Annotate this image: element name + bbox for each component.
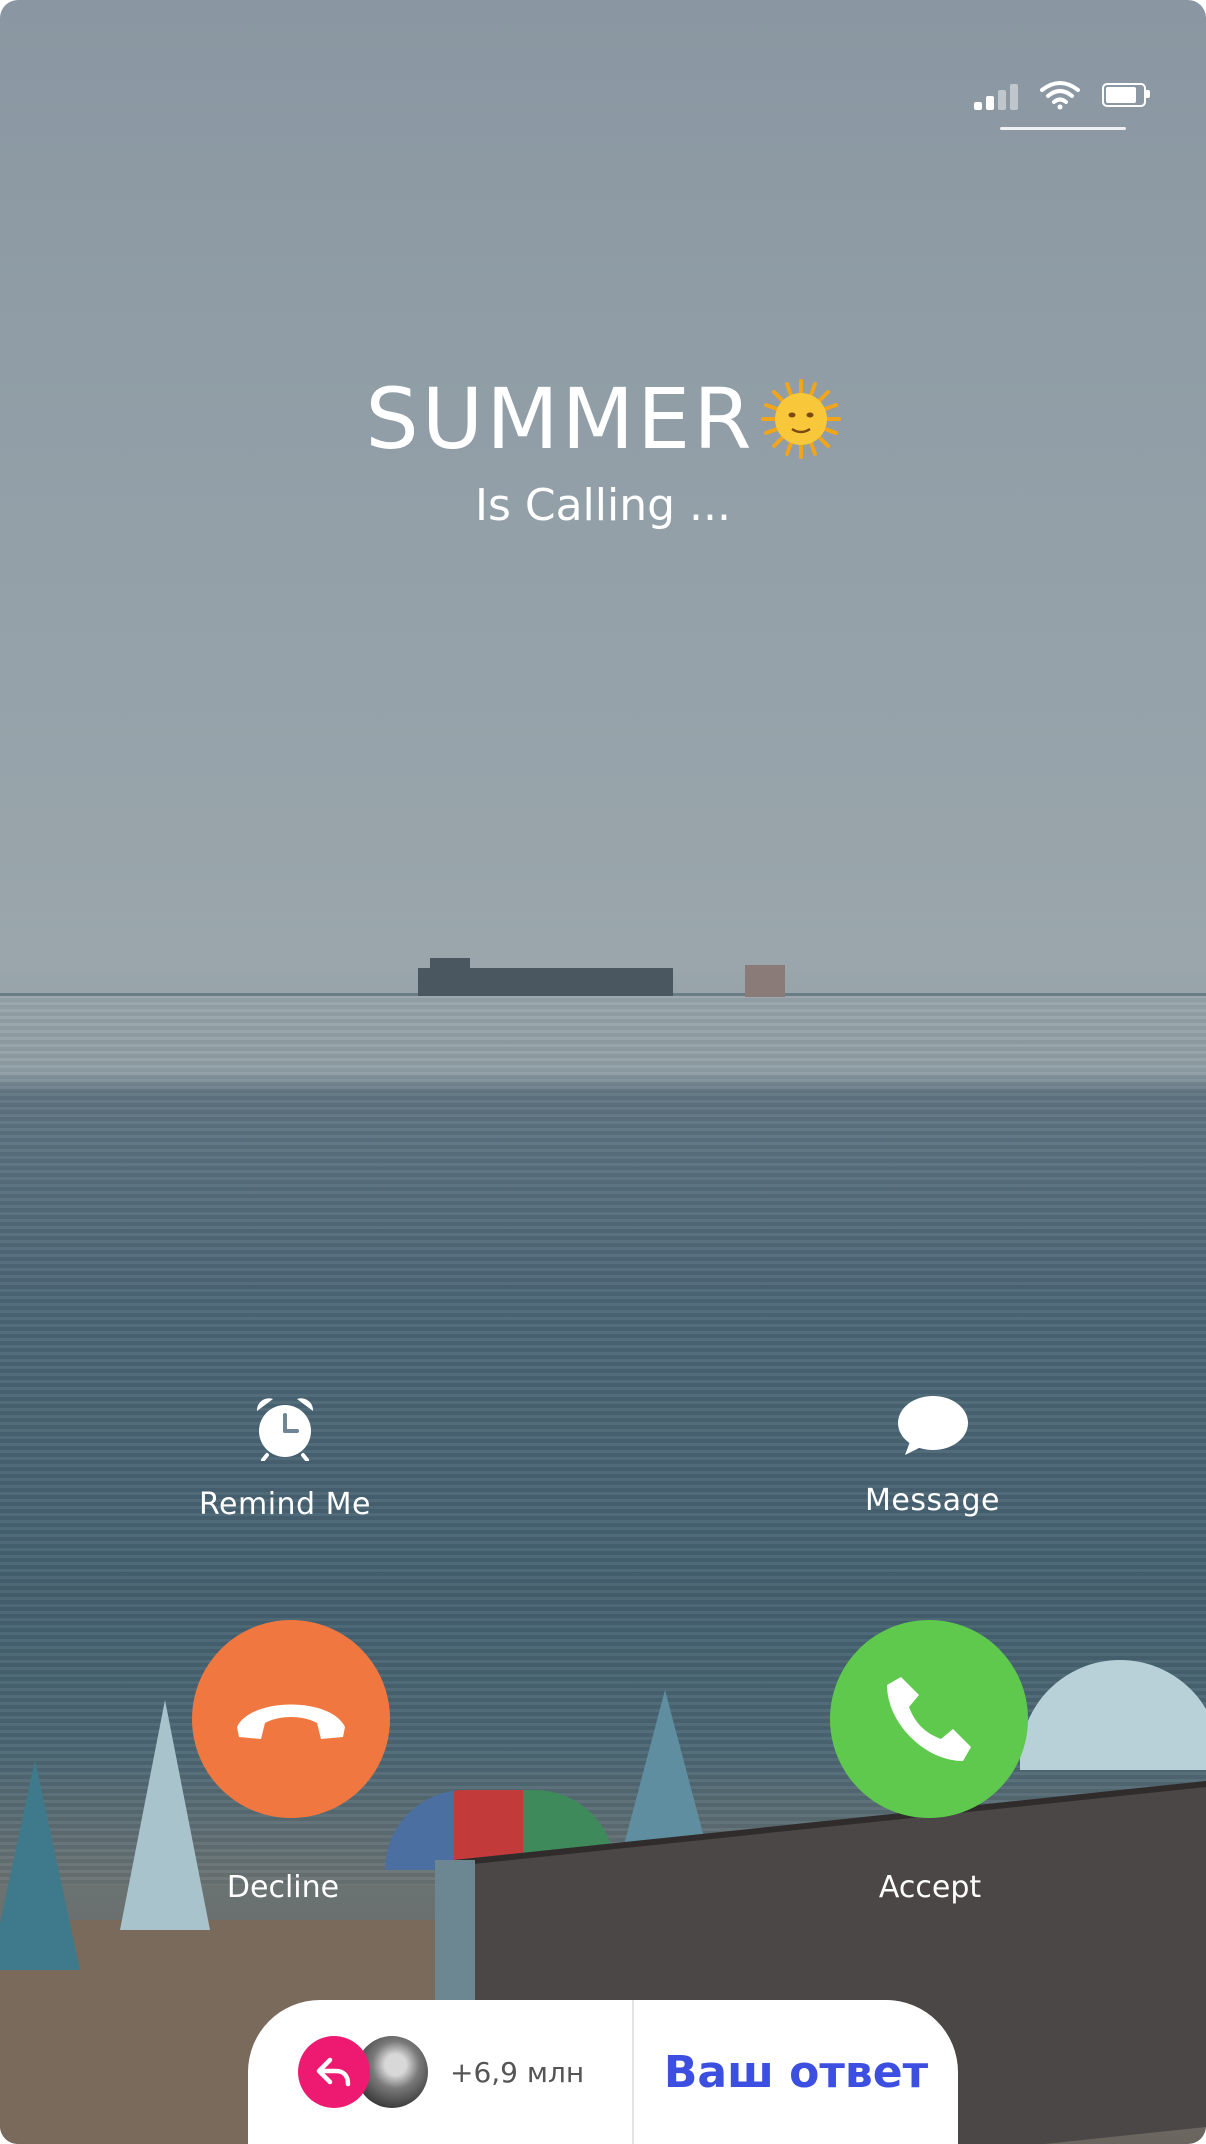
accept-label: Accept (878, 1870, 982, 1905)
phone-hangup-icon (237, 1704, 345, 1739)
caller-name-text: SUMMER (365, 370, 755, 468)
wifi-icon (1040, 80, 1080, 110)
remind-me-label: Remind Me (199, 1487, 371, 1522)
signal-icon (974, 84, 1018, 110)
message-button[interactable]: Message (800, 1395, 1065, 1518)
message-bubble-icon (897, 1396, 968, 1455)
reply-bar: +6,9 млн Ваш ответ (248, 2000, 958, 2144)
message-label: Message (865, 1483, 1000, 1518)
ship-small (745, 965, 785, 997)
beach-umbrella (0, 1760, 80, 1970)
reply-count: +6,9 млн (450, 2055, 585, 2089)
battery-icon (1102, 83, 1150, 107)
sun-emoji-icon (760, 379, 841, 459)
status-indicator-line (1000, 127, 1126, 130)
accept-button[interactable] (830, 1620, 1028, 1818)
reply-stats[interactable]: +6,9 млн (248, 2000, 634, 2144)
remind-me-button[interactable]: Remind Me (150, 1395, 420, 1522)
decline-button[interactable] (192, 1620, 390, 1818)
caller-name: SUMMER (365, 370, 841, 468)
alarm-clock-icon (256, 1398, 314, 1462)
your-answer-button[interactable]: Ваш ответ (634, 2047, 958, 2098)
phone-icon (887, 1677, 971, 1761)
caller-info: SUMMER Is Calling ... (0, 370, 1206, 531)
decline-label: Decline (226, 1870, 340, 1905)
ship-tanker-bridge (430, 958, 470, 970)
caller-status: Is Calling ... (474, 480, 731, 531)
reply-arrow-icon (298, 2036, 370, 2108)
ship-tanker (418, 968, 673, 996)
incoming-call-screen: SUMMER Is Calling ... Remind Me Message … (0, 0, 1206, 2144)
status-bar (974, 80, 1150, 110)
